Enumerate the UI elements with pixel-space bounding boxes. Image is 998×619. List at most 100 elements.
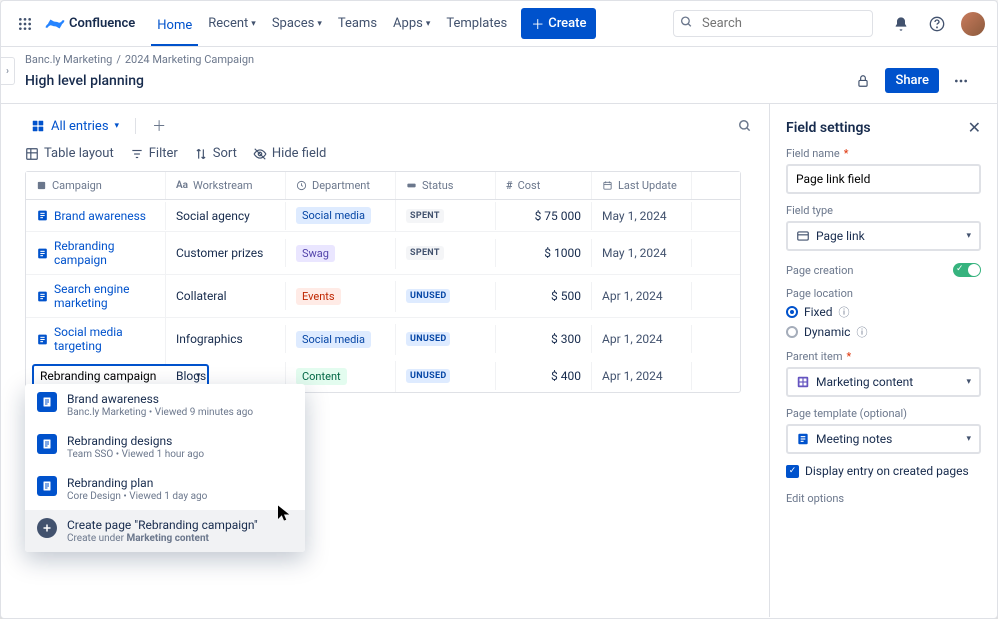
nav-templates[interactable]: Templates — [440, 10, 513, 37]
status-cell[interactable]: UNUSED — [396, 282, 496, 310]
nav-spaces[interactable]: Spaces▾ — [266, 10, 328, 37]
plus-circle-icon — [37, 518, 57, 538]
page-suggestion-item[interactable]: Rebranding designsTeam SSO • Viewed 1 ho… — [25, 426, 305, 468]
breadcrumb: Banc.ly Marketing / 2024 Marketing Campa… — [25, 53, 973, 66]
campaign-cell[interactable]: Rebranding campaign — [26, 232, 166, 274]
status-cell[interactable]: SPENT — [396, 239, 496, 267]
col-workstream[interactable]: AaWorkstream — [166, 172, 286, 199]
confluence-logo[interactable]: Confluence — [45, 14, 135, 34]
close-panel-button[interactable]: ✕ — [968, 118, 981, 137]
display-entry-checkbox-row[interactable]: ✓ Display entry on created pages — [786, 464, 981, 478]
help-icon[interactable] — [925, 12, 949, 36]
status-cell[interactable]: SPENT — [396, 202, 496, 230]
date-cell[interactable]: Apr 1, 2024 — [592, 282, 692, 310]
table-row: Brand awarenessSocial agencySocial media… — [26, 200, 740, 232]
sort-button[interactable]: Sort — [194, 146, 237, 161]
status-cell[interactable]: UNUSED — [396, 362, 496, 390]
edit-options-label: Edit options — [786, 492, 981, 505]
create-page-suggestion[interactable]: Create page "Rebranding campaign" Create… — [25, 510, 305, 552]
department-cell[interactable]: Swag — [286, 238, 396, 269]
page-creation-toggle[interactable]: ✓ — [953, 263, 981, 277]
breadcrumb-page[interactable]: 2024 Marketing Campaign — [125, 53, 254, 66]
page-creation-label: Page creation — [786, 264, 853, 277]
col-last-update[interactable]: Last Update — [592, 172, 692, 199]
breadcrumb-space[interactable]: Banc.ly Marketing — [25, 53, 112, 66]
table-search-icon[interactable] — [733, 114, 757, 138]
expand-sidebar-button[interactable]: › — [1, 57, 15, 85]
chevron-down-icon: ▾ — [426, 19, 431, 29]
table-row: Social media targetingInfographicsSocial… — [26, 318, 740, 360]
nav-recent[interactable]: Recent▾ — [202, 10, 262, 37]
date-cell[interactable]: Apr 1, 2024 — [592, 325, 692, 353]
page-icon — [37, 434, 57, 454]
search-input-wrapper — [673, 10, 873, 37]
col-status[interactable]: Status — [396, 172, 496, 199]
product-name: Confluence — [69, 16, 135, 31]
department-cell[interactable]: Events — [286, 281, 396, 312]
plus-icon: ＋ — [531, 14, 544, 33]
field-name-label: Field name* — [786, 147, 981, 160]
workstream-cell[interactable]: Social agency — [166, 202, 286, 230]
department-cell[interactable]: Social media — [286, 200, 396, 231]
create-suggestion-title: Create page "Rebranding campaign" — [67, 518, 258, 532]
chevron-down-icon: ▾ — [966, 231, 971, 241]
page-suggestion-item[interactable]: Rebranding planCore Design • Viewed 1 da… — [25, 468, 305, 510]
radio-fixed[interactable]: Fixedⓘ — [786, 304, 981, 320]
cost-cell[interactable]: $ 1000 — [496, 239, 592, 267]
workstream-cell[interactable]: Collateral — [166, 282, 286, 310]
cost-cell[interactable]: $ 75 000 — [496, 202, 592, 230]
field-name-input[interactable] — [786, 164, 981, 194]
create-suggestion-sub: Create under Marketing content — [67, 533, 258, 544]
page-template-select[interactable]: Meeting notes ▾ — [786, 424, 981, 454]
col-campaign[interactable]: Campaign — [26, 172, 166, 199]
status-cell[interactable]: UNUSED — [396, 325, 496, 353]
parent-item-select[interactable]: Marketing content ▾ — [786, 367, 981, 397]
share-button[interactable]: Share — [885, 68, 939, 93]
view-tab-all-entries[interactable]: All entries ▾ — [25, 115, 125, 138]
checkbox-checked-icon[interactable]: ✓ — [786, 465, 799, 478]
cost-cell[interactable]: $ 300 — [496, 325, 592, 353]
field-type-select[interactable]: Page link ▾ — [786, 221, 981, 251]
cost-cell[interactable]: $ 500 — [496, 282, 592, 310]
department-cell[interactable]: Social media — [286, 324, 396, 355]
divider — [135, 118, 136, 134]
workstream-cell[interactable]: Customer prizes — [166, 239, 286, 267]
cost-cell[interactable]: $ 400 — [496, 362, 592, 390]
page-location-label: Page location — [786, 287, 981, 300]
table-row: Rebranding campaignCustomer prizesSwagSP… — [26, 232, 740, 275]
panel-title: Field settings — [786, 120, 871, 136]
chevron-down-icon: ▾ — [966, 377, 971, 387]
create-button[interactable]: ＋ Create — [521, 8, 596, 39]
col-cost[interactable]: #Cost — [496, 172, 592, 199]
more-actions-icon[interactable] — [949, 69, 973, 93]
nav-home[interactable]: Home — [151, 12, 198, 46]
page-suggestion-item[interactable]: Brand awarenessBanc.ly Marketing • Viewe… — [25, 384, 305, 426]
date-cell[interactable]: Apr 1, 2024 — [592, 362, 692, 390]
restrictions-lock-icon[interactable] — [851, 69, 875, 93]
nav-teams[interactable]: Teams — [332, 10, 383, 37]
campaign-cell[interactable]: Brand awareness — [26, 202, 166, 230]
app-switcher-icon[interactable] — [13, 12, 37, 36]
add-view-button[interactable]: ＋ — [146, 114, 172, 138]
date-cell[interactable]: May 1, 2024 — [592, 239, 692, 267]
date-cell[interactable]: May 1, 2024 — [592, 202, 692, 230]
page-link-suggestions-dropdown: Brand awarenessBanc.ly Marketing • Viewe… — [25, 384, 305, 552]
page-title: High level planning — [25, 73, 144, 89]
info-icon: ⓘ — [856, 324, 867, 340]
campaign-cell[interactable]: Search engine marketing — [26, 275, 166, 317]
search-input[interactable] — [673, 10, 873, 37]
notifications-icon[interactable] — [889, 12, 913, 36]
search-icon — [680, 15, 693, 32]
col-department[interactable]: Department — [286, 172, 396, 199]
campaign-cell[interactable]: Social media targeting — [26, 318, 166, 360]
radio-dynamic[interactable]: Dynamicⓘ — [786, 324, 981, 340]
table-layout-button[interactable]: Table layout — [25, 146, 114, 161]
field-type-label: Field type — [786, 204, 981, 217]
workstream-cell[interactable]: Infographics — [166, 325, 286, 353]
profile-avatar[interactable] — [961, 12, 985, 36]
filter-button[interactable]: Filter — [130, 146, 178, 161]
hide-field-button[interactable]: Hide field — [253, 146, 326, 161]
table-header-row: Campaign AaWorkstream Department Status … — [26, 172, 740, 200]
nav-apps[interactable]: Apps▾ — [387, 10, 436, 37]
chevron-down-icon: ▾ — [966, 434, 971, 444]
